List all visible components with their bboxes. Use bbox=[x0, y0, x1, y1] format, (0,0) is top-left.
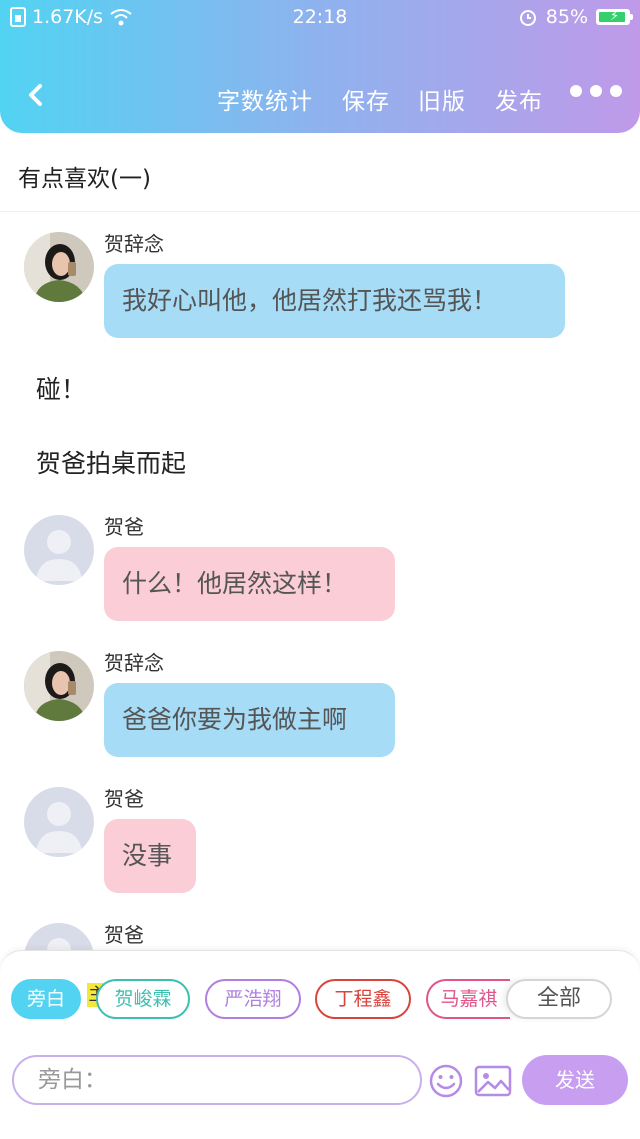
header: 1.67K/s 22:18 85% ⚡ 字数统计 保存 旧版 发布 bbox=[0, 0, 640, 133]
publish-button[interactable]: 发布 bbox=[495, 82, 543, 116]
character-chip[interactable]: 严浩翔 bbox=[205, 979, 301, 1019]
send-button[interactable]: 发送 bbox=[522, 1055, 628, 1105]
battery-percent: 85% bbox=[545, 6, 588, 28]
narration-text[interactable]: 贺爸拍桌而起 bbox=[36, 444, 186, 480]
message-bubble[interactable]: 我好心叫他，他居然打我还骂我！ bbox=[104, 264, 565, 338]
old-version-button[interactable]: 旧版 bbox=[418, 82, 466, 116]
status-bar: 1.67K/s 22:18 85% ⚡ bbox=[0, 0, 640, 34]
image-icon[interactable] bbox=[474, 1065, 512, 1097]
speaker-name: 贺辞念 bbox=[104, 232, 164, 256]
title-bar: 有点喜欢(一) bbox=[0, 133, 640, 212]
message-input-wrapper bbox=[12, 1055, 422, 1105]
emoji-icon[interactable] bbox=[428, 1063, 464, 1099]
message-bubble[interactable]: 什么！他居然这样！ bbox=[104, 547, 395, 621]
avatar bbox=[24, 232, 94, 302]
nav-bar: 字数统计 保存 旧版 发布 bbox=[0, 70, 640, 124]
avatar bbox=[24, 651, 94, 721]
battery-icon: ⚡ bbox=[596, 9, 633, 25]
all-characters-button[interactable]: 全部 bbox=[506, 979, 612, 1019]
message-bubble[interactable]: 爸爸你要为我做主啊 bbox=[104, 683, 395, 757]
story-title[interactable]: 有点喜欢(一) bbox=[18, 159, 151, 193]
speaker-name: 贺爸 bbox=[104, 787, 144, 811]
word-count-button[interactable]: 字数统计 bbox=[217, 82, 313, 116]
message-input[interactable] bbox=[36, 1057, 400, 1103]
narration-text[interactable]: 碰！ bbox=[36, 370, 86, 406]
speaker-name: 贺辞念 bbox=[104, 651, 164, 675]
back-arrow-icon[interactable] bbox=[22, 78, 52, 112]
character-chip[interactable]: 丁程鑫 bbox=[315, 979, 411, 1019]
message-bubble[interactable]: 没事 bbox=[104, 819, 196, 893]
character-chip-narrator[interactable]: 旁白 bbox=[11, 979, 81, 1019]
character-chip[interactable]: 马嘉祺 bbox=[426, 979, 510, 1019]
alarm-icon bbox=[519, 10, 536, 26]
avatar bbox=[24, 515, 94, 585]
character-chip[interactable]: 贺峻霖 bbox=[96, 979, 190, 1019]
speaker-name: 贺爸 bbox=[104, 923, 144, 947]
save-button[interactable]: 保存 bbox=[342, 82, 390, 116]
speaker-name: 贺爸 bbox=[104, 515, 144, 539]
composer-panel: 旁白 主 贺峻霖 严浩翔 丁程鑫 马嘉祺 全部 发送 bbox=[0, 950, 640, 1139]
avatar bbox=[24, 787, 94, 857]
more-icon[interactable] bbox=[570, 85, 622, 97]
